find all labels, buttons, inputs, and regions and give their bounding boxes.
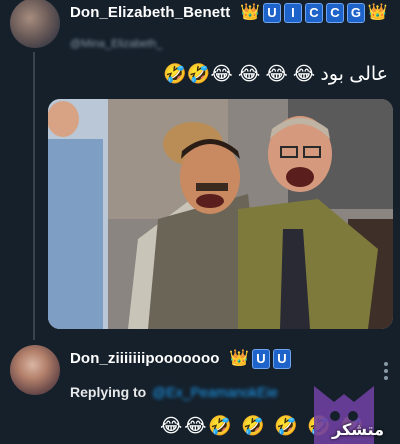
crown-icon: 👑	[240, 4, 260, 21]
thread-line	[33, 52, 35, 340]
user-badges: 👑 U U	[229, 349, 291, 369]
username[interactable]: Don_Elizabeth_Benett	[70, 4, 230, 21]
badge: C	[304, 3, 323, 23]
more-options-icon[interactable]	[384, 362, 388, 382]
badge: U	[251, 349, 270, 369]
watermark-text: متشکر	[332, 422, 384, 439]
replying-to: Replying to @Ex_PeamanokEie	[70, 384, 278, 400]
crown-icon: 👑	[229, 350, 249, 367]
tweet-text: عالی بود 😂 😂 😂 😂🤣🤣	[163, 64, 388, 85]
replying-to-handle[interactable]: @Ex_PeamanokEie	[152, 384, 278, 400]
avatar[interactable]	[10, 345, 60, 395]
user-handle[interactable]: @Mina_Elizabeth_	[70, 38, 163, 50]
badge: U	[262, 3, 281, 23]
badge: C	[325, 3, 344, 23]
badge: G	[346, 3, 365, 23]
badge: U	[272, 349, 291, 369]
badge: I	[283, 3, 302, 23]
replying-to-label: Replying to	[70, 384, 147, 400]
username[interactable]: Don_ziiiiiiipooooooo	[70, 350, 219, 367]
tweet-photo[interactable]	[48, 99, 393, 329]
crown-icon: 👑	[367, 4, 388, 21]
user-badges: 👑 U I C C G 👑	[240, 3, 388, 23]
avatar[interactable]	[10, 0, 60, 48]
photo-illustration	[48, 99, 393, 329]
